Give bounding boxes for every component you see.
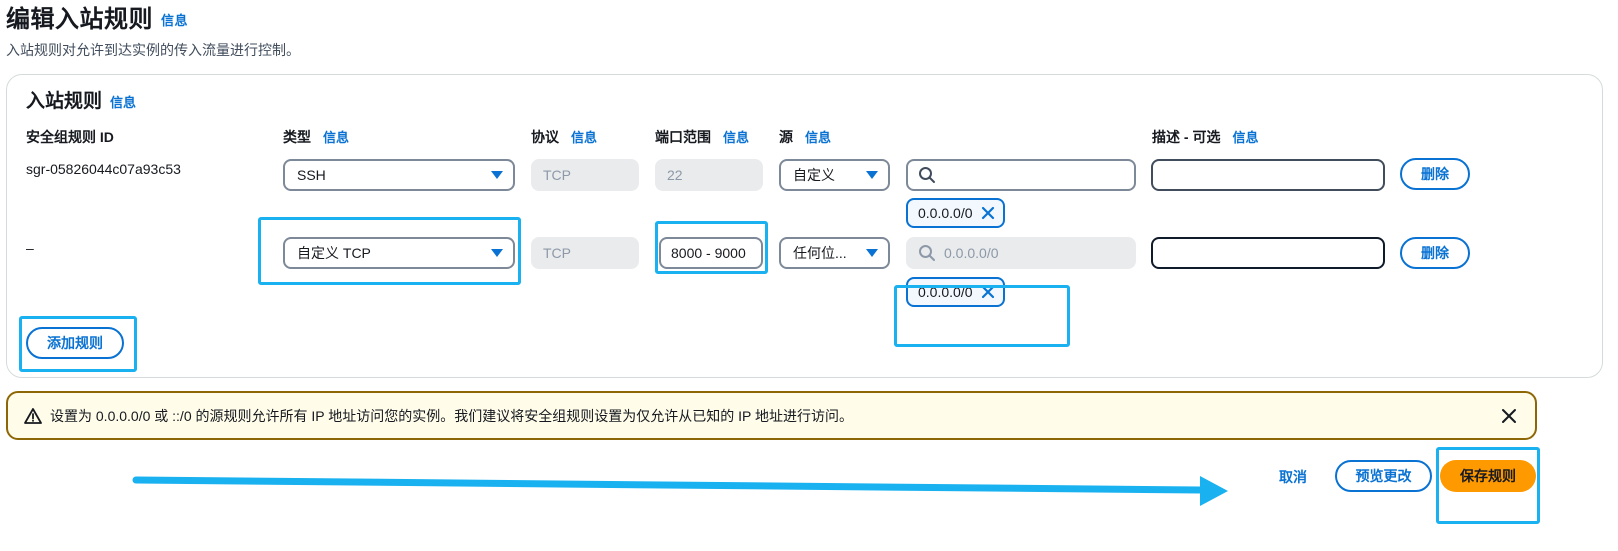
type-select[interactable]: SSH (283, 159, 515, 191)
source-select[interactable]: 自定义 (779, 159, 890, 191)
warning-icon (24, 407, 42, 424)
chevron-down-icon (866, 249, 878, 257)
save-rules-button[interactable]: 保存规则 (1440, 460, 1536, 492)
source-search-input: 0.0.0.0/0 (906, 237, 1136, 269)
source-select[interactable]: 任何位... (779, 237, 890, 269)
column-header-source: 源信息 (779, 127, 831, 147)
rule-id-cell: – (26, 240, 34, 256)
alert-text: 设置为 0.0.0.0/0 或 ::/0 的源规则允许所有 IP 地址访问您的实… (50, 407, 854, 424)
column-header-rule-id: 安全组规则 ID (26, 127, 114, 147)
delete-button[interactable]: 删除 (1400, 158, 1470, 190)
close-icon[interactable] (1501, 408, 1517, 424)
page-description: 入站规则对允许到达实例的传入流量进行控制。 (6, 42, 300, 58)
page-title-text: 编辑入站规则 (6, 6, 153, 33)
column-header-source-label: 源 (779, 129, 793, 145)
column-header-port-range: 端口范围 信息 (655, 127, 749, 147)
column-header-description: 描述 - 可选 信息 (1152, 127, 1258, 147)
chevron-down-icon (491, 249, 503, 257)
source-token-label: 0.0.0.0/0 (918, 284, 973, 300)
column-header-type-label: 类型 (283, 129, 311, 145)
warning-alert: 设置为 0.0.0.0/0 或 ::/0 的源规则允许所有 IP 地址访问您的实… (6, 391, 1537, 440)
page-title: 编辑入站规则 信息 (6, 4, 188, 37)
preview-changes-button[interactable]: 预览更改 (1335, 460, 1432, 492)
card-title-info-link[interactable]: 信息 (110, 95, 136, 110)
type-select[interactable]: 自定义 TCP (283, 237, 515, 269)
page-title-info-link[interactable]: 信息 (161, 13, 188, 28)
close-icon[interactable] (981, 206, 995, 220)
type-select-value: 自定义 TCP (297, 245, 371, 261)
description-info-link[interactable]: 信息 (1232, 130, 1258, 145)
rule-id-cell: sgr-05826044c07a93c53 (26, 161, 181, 177)
inbound-rules-card (6, 74, 1603, 378)
card-title: 入站规则 信息 (26, 90, 136, 115)
type-info-link[interactable]: 信息 (323, 130, 349, 145)
add-rule-button[interactable]: 添加规则 (26, 327, 124, 359)
source-token: 0.0.0.0/0 (906, 198, 1005, 228)
column-header-rule-id-label: 安全组规则 ID (26, 129, 114, 145)
source-select-value: 任何位... (793, 245, 847, 261)
source-select-value: 自定义 (793, 167, 835, 183)
protocol-input: TCP (531, 159, 639, 191)
description-input[interactable] (1151, 159, 1385, 191)
source-info-link[interactable]: 信息 (805, 130, 831, 145)
column-header-port-range-label: 端口范围 (655, 129, 711, 145)
column-header-protocol: 协议 信息 (531, 127, 597, 147)
card-title-text: 入站规则 (26, 91, 103, 112)
protocol-input: TCP (531, 237, 639, 269)
port-range-value: 8000 - 9000 (671, 245, 746, 261)
source-search-input[interactable] (906, 159, 1136, 191)
cancel-button[interactable]: 取消 (1279, 467, 1307, 487)
type-select-value: SSH (297, 167, 326, 183)
description-input[interactable] (1151, 237, 1385, 269)
arrow-right-icon (132, 476, 1228, 506)
chevron-down-icon (866, 171, 878, 179)
source-search-placeholder: 0.0.0.0/0 (944, 245, 999, 261)
port-range-info-link[interactable]: 信息 (723, 130, 749, 145)
delete-button[interactable]: 删除 (1400, 237, 1470, 269)
source-token-label: 0.0.0.0/0 (918, 205, 973, 221)
protocol-info-link[interactable]: 信息 (571, 130, 597, 145)
close-icon[interactable] (981, 285, 995, 299)
port-range-input[interactable]: 8000 - 9000 (659, 237, 763, 269)
page: 编辑入站规则 信息 入站规则对允许到达实例的传入流量进行控制。 入站规则 信息 安全… (0, 0, 1618, 551)
source-token: 0.0.0.0/0 (906, 277, 1005, 307)
search-icon (919, 245, 935, 261)
column-header-type: 类型 信息 (283, 127, 349, 147)
search-icon (919, 167, 935, 183)
chevron-down-icon (491, 171, 503, 179)
column-header-protocol-label: 协议 (531, 129, 559, 145)
column-header-description-label: 描述 - 可选 (1152, 129, 1221, 145)
port-range-input: 22 (655, 159, 763, 191)
